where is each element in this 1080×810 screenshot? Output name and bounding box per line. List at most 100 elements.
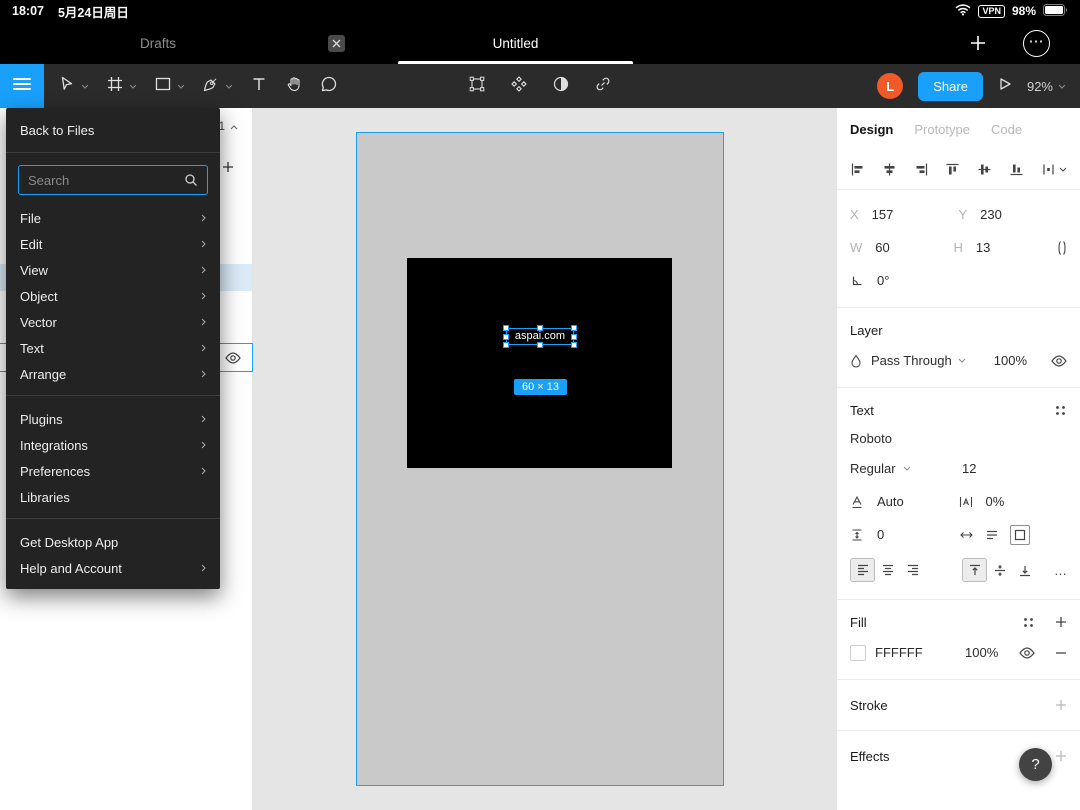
selection-handle[interactable] xyxy=(571,333,577,340)
canvas-frame[interactable] xyxy=(356,132,724,786)
edit-object-button[interactable] xyxy=(468,75,486,98)
fill-styles-icon[interactable] xyxy=(1022,616,1035,629)
comment-tool[interactable] xyxy=(320,75,338,98)
hand-tool[interactable] xyxy=(285,75,303,98)
tab-drafts[interactable]: Drafts xyxy=(110,22,206,64)
rotation-field[interactable]: 0° xyxy=(877,273,889,288)
align-horizontal-center-icon[interactable] xyxy=(882,162,897,177)
menu-item-help-and-account[interactable]: Help and Account xyxy=(6,555,220,581)
align-vertical-center-icon[interactable] xyxy=(977,162,992,177)
menu-item-integrations[interactable]: Integrations xyxy=(6,432,220,458)
menu-item-label: Edit xyxy=(20,236,43,252)
blend-mode-select[interactable]: Pass Through xyxy=(871,353,952,368)
menu-item-arrange[interactable]: Arrange xyxy=(6,361,220,387)
font-family-select[interactable]: Roboto xyxy=(850,431,892,446)
selection-handle[interactable] xyxy=(503,325,509,331)
tab-untitled[interactable]: Untitled xyxy=(398,22,633,64)
vertical-align-center-icon[interactable] xyxy=(987,558,1012,582)
avatar[interactable]: L xyxy=(877,73,904,99)
pen-tool[interactable] xyxy=(202,75,233,98)
pen-icon xyxy=(202,75,220,98)
align-left-icon[interactable] xyxy=(850,162,865,177)
menu-item-object[interactable]: Object xyxy=(6,283,220,309)
paragraph-spacing-field[interactable]: 0 xyxy=(877,527,884,542)
selection-handle[interactable] xyxy=(537,325,543,331)
tab-code[interactable]: Code xyxy=(991,122,1022,137)
font-size-field[interactable]: 12 xyxy=(962,461,976,476)
text-align-left-icon[interactable] xyxy=(850,558,875,582)
help-button[interactable]: ? xyxy=(1019,748,1052,781)
frame-tool[interactable] xyxy=(106,75,137,98)
constrain-proportions-icon[interactable] xyxy=(1057,240,1067,256)
layer-opacity-field[interactable]: 100% xyxy=(994,353,1027,368)
text-align-right-icon[interactable] xyxy=(900,558,925,582)
tab-design[interactable]: Design xyxy=(850,122,893,137)
text-more-options[interactable]: … xyxy=(1054,563,1067,578)
text-styles-icon[interactable] xyxy=(1054,404,1067,417)
menu-item-preferences[interactable]: Preferences xyxy=(6,458,220,484)
distribute-icon[interactable] xyxy=(1041,162,1067,177)
overflow-menu-button[interactable]: ⋯ xyxy=(1023,30,1050,57)
present-button[interactable] xyxy=(998,77,1012,96)
menu-item-edit[interactable]: Edit xyxy=(6,231,220,257)
letter-spacing-field[interactable]: 0% xyxy=(986,494,1005,509)
share-button[interactable]: Share xyxy=(918,71,983,101)
mask-button[interactable] xyxy=(552,75,570,98)
fill-opacity-field[interactable]: 100% xyxy=(965,645,998,660)
fill-color-swatch[interactable] xyxy=(850,644,866,661)
create-component-button[interactable] xyxy=(510,75,528,98)
selected-text-layer[interactable]: aspai.com xyxy=(503,325,577,348)
add-effect-icon[interactable] xyxy=(1055,750,1067,762)
add-stroke-icon[interactable] xyxy=(1055,699,1067,711)
link-button[interactable] xyxy=(594,75,612,98)
align-right-icon[interactable] xyxy=(914,162,929,177)
main-menu-button[interactable] xyxy=(0,64,44,108)
shape-tool[interactable] xyxy=(154,75,185,98)
menu-item-text[interactable]: Text xyxy=(6,335,220,361)
selection-handle[interactable] xyxy=(503,342,509,348)
chevron-down-icon xyxy=(1058,84,1066,89)
add-fill-icon[interactable] xyxy=(1055,616,1067,628)
remove-fill-icon[interactable] xyxy=(1055,647,1067,659)
menu-item-file[interactable]: File xyxy=(6,205,220,231)
vertical-align-bottom-icon[interactable] xyxy=(1012,558,1037,582)
black-rectangle-layer[interactable] xyxy=(407,258,672,468)
menu-item-view[interactable]: View xyxy=(6,257,220,283)
pages-toggle[interactable]: 1 xyxy=(219,121,238,133)
y-field[interactable]: 230 xyxy=(980,207,1002,222)
auto-width-icon[interactable] xyxy=(959,529,974,541)
selection-handle[interactable] xyxy=(503,333,509,340)
menu-item-plugins[interactable]: Plugins xyxy=(6,406,220,432)
tab-prototype[interactable]: Prototype xyxy=(914,122,970,137)
selection-handle[interactable] xyxy=(571,342,577,348)
fill-hex-field[interactable]: FFFFFF xyxy=(875,645,965,660)
layer-eye-icon[interactable] xyxy=(1051,354,1067,367)
auto-height-icon[interactable] xyxy=(985,529,999,541)
fixed-size-icon[interactable] xyxy=(1009,524,1030,545)
selection-handle[interactable] xyxy=(571,325,577,331)
height-field[interactable]: 13 xyxy=(976,240,990,255)
layer-visibility-eye-icon[interactable] xyxy=(225,351,241,364)
text-tool[interactable] xyxy=(250,75,268,98)
font-style-select[interactable]: Regular xyxy=(850,461,896,476)
chevron-up-icon xyxy=(230,121,238,133)
vertical-align-top-icon[interactable] xyxy=(962,558,987,582)
fill-eye-icon[interactable] xyxy=(1019,646,1035,659)
new-file-button[interactable] xyxy=(965,30,991,56)
add-page-button[interactable] xyxy=(222,160,234,178)
menu-item-libraries[interactable]: Libraries xyxy=(6,484,220,510)
selection-handle[interactable] xyxy=(537,342,543,348)
zoom-control[interactable]: 92% xyxy=(1027,79,1066,94)
width-field[interactable]: 60 xyxy=(875,240,889,255)
x-field[interactable]: 157 xyxy=(872,207,894,222)
menu-item-vector[interactable]: Vector xyxy=(6,309,220,335)
text-align-center-icon[interactable] xyxy=(875,558,900,582)
close-tab-icon[interactable] xyxy=(328,35,345,52)
align-bottom-icon[interactable] xyxy=(1009,162,1024,177)
move-tool[interactable] xyxy=(58,75,89,98)
search-input[interactable] xyxy=(28,172,178,188)
align-top-icon[interactable] xyxy=(945,162,960,177)
menu-item-get-desktop-app[interactable]: Get Desktop App xyxy=(6,529,220,555)
back-to-files-item[interactable]: Back to Files xyxy=(6,108,220,152)
line-height-field[interactable]: Auto xyxy=(877,494,904,509)
